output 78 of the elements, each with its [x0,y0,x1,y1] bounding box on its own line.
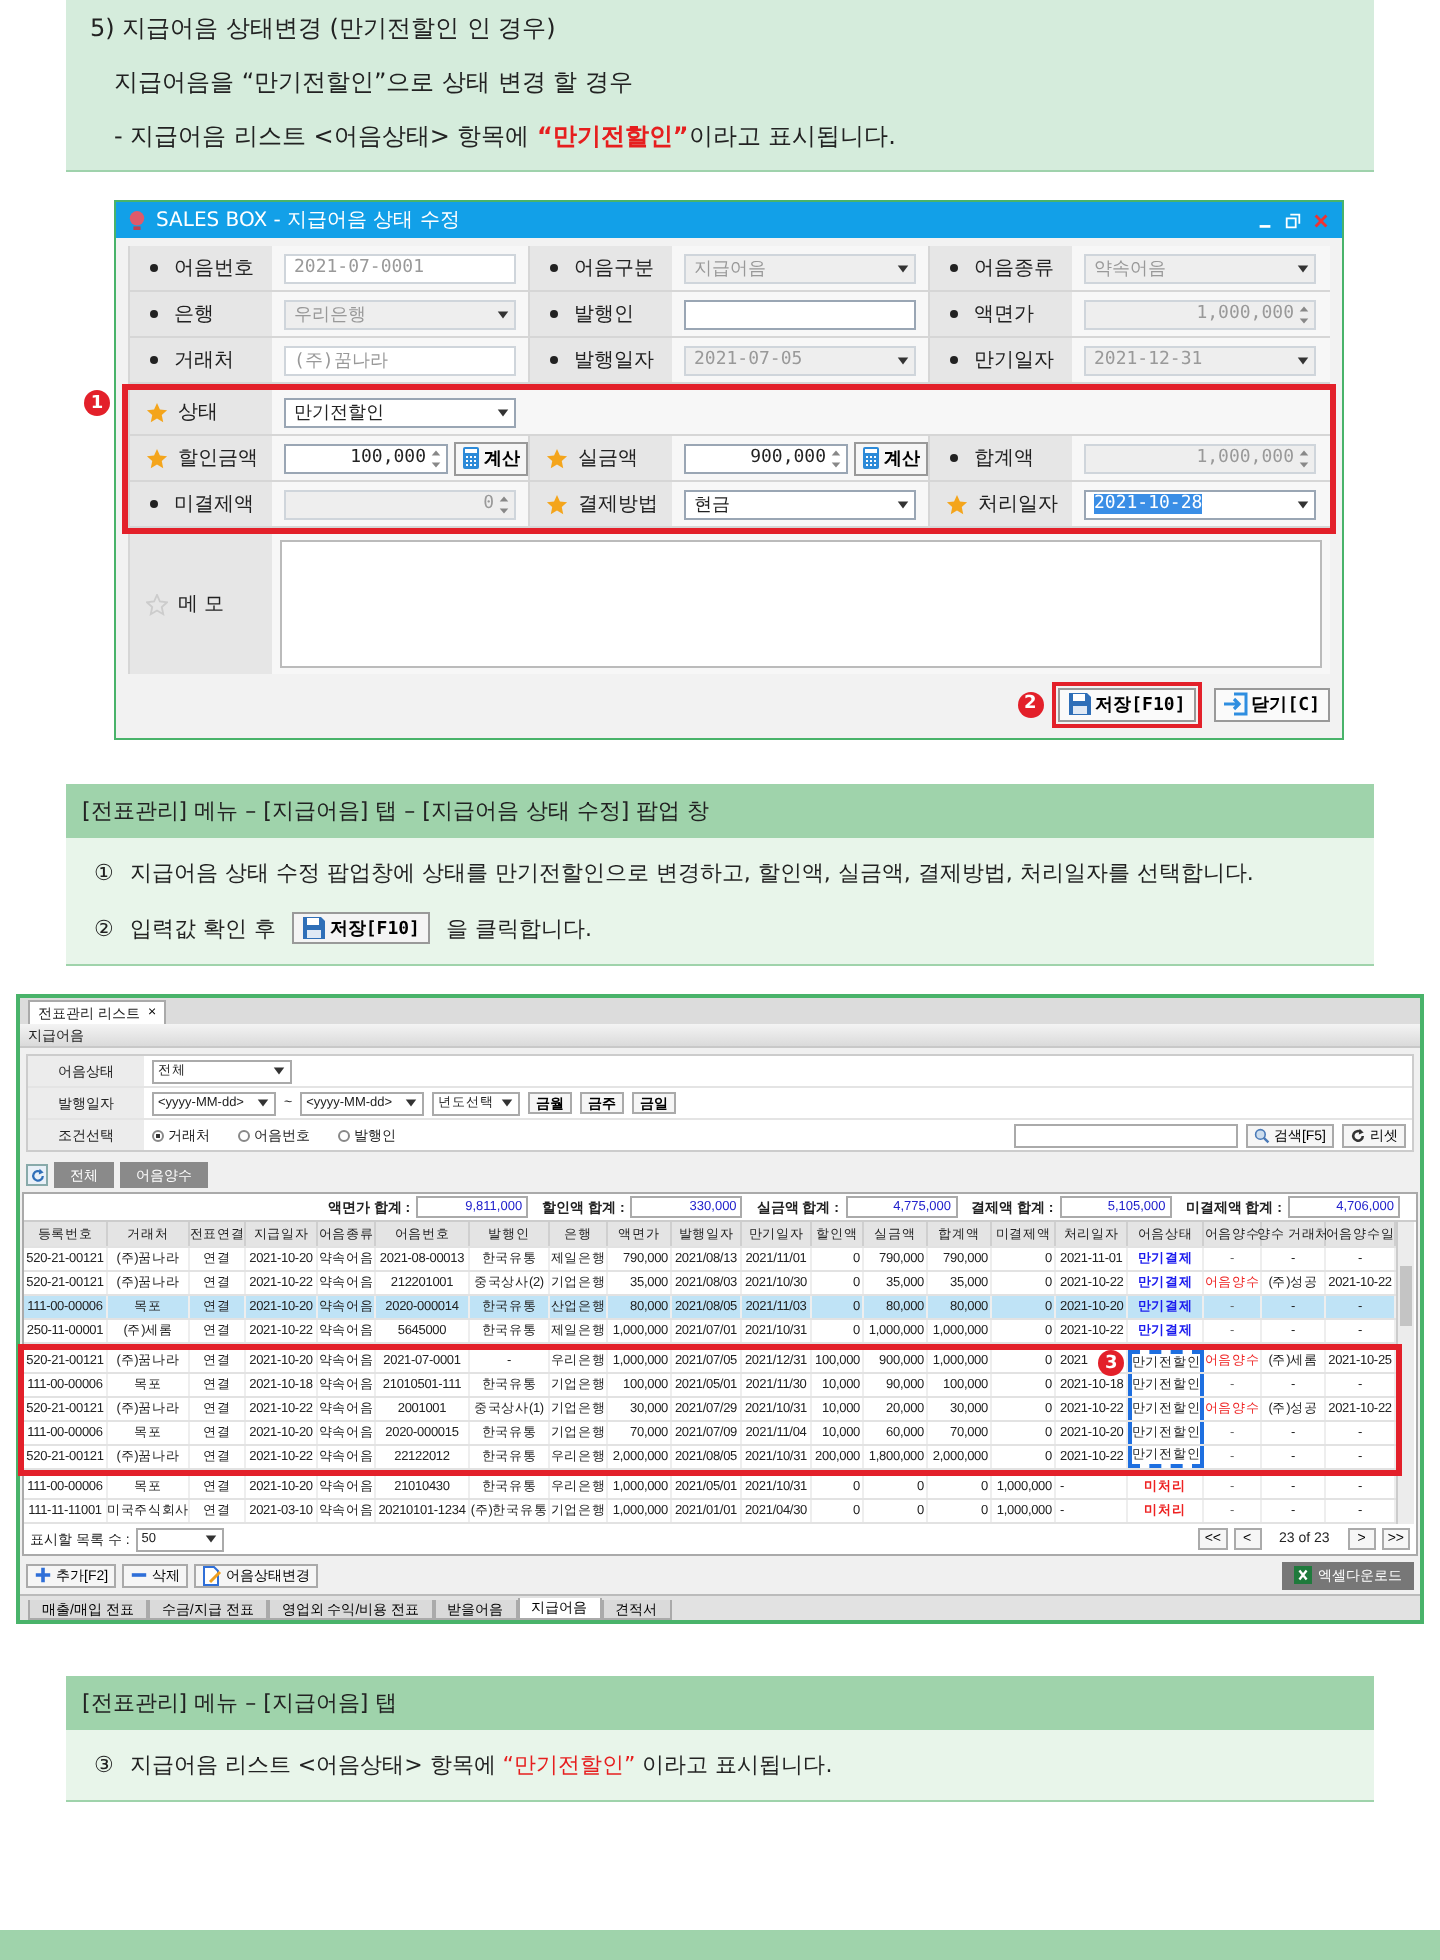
caret-icon [404,1096,419,1110]
save-icon [301,916,326,940]
spinner-icon [1298,301,1310,327]
document-icon [202,1565,223,1585]
field-label: 메 모 [178,592,225,618]
search-field[interactable] [1013,1123,1238,1147]
dropdown[interactable]: 만기전할인 [284,397,516,427]
caret-icon [500,1096,515,1110]
calculator-icon [462,446,480,470]
section-heading: 5) 지급어음 상태변경 (만기전할인 인 경우) [90,12,558,46]
section-header: [전표관리] 메뉴 – [지급어음] 탭 [66,1676,1374,1730]
field-label: 결제방법 [578,492,658,518]
text-field[interactable] [684,299,916,329]
field-label: 실금액 [578,446,638,472]
field-label: 발행인 [574,302,634,328]
caret-icon [496,307,510,321]
field-label: 어음종류 [974,256,1054,282]
field-label: 어음번호 [174,256,254,282]
step-number: ③ [94,1752,114,1778]
caret-icon [896,497,910,511]
step-text: 입력값 확인 후 [129,913,276,943]
number-field[interactable]: 100,000 [284,443,448,473]
field-label: 상태 [178,400,218,426]
field-label: 합계액 [974,446,1034,472]
step-text: 지급어음 상태 수정 팝업창에 상태를 만기전할인으로 변경하고, 할인액, 실금액, 결제방법, 처리일자를 선택합니다. [129,858,1254,888]
logo-icon [128,209,146,231]
save-icon [1067,692,1092,716]
dropdown[interactable]: 현금 [684,489,916,519]
refresh-icon [29,1167,45,1183]
spreadsheet-icon [1294,1566,1312,1584]
caret-icon [256,1096,270,1110]
close-button[interactable]: 닫기[C] [1213,687,1330,721]
window-title: SALES BOX - 지급어음 상태 수정 [156,208,460,234]
field-label: 은행 [174,302,214,328]
field-label: 어음구분 [574,256,654,282]
memo-field[interactable] [280,540,1322,668]
field-label: 만기일자 [974,348,1054,374]
close-icon[interactable] [1312,211,1330,229]
plus-icon [34,1566,52,1584]
field-label: 발행일자 [574,348,654,374]
section-header: [전표관리] 메뉴 – [지급어음] 탭 – [지급어음 상태 수정] 팝업 창 [66,784,1374,838]
restore-icon[interactable] [1284,211,1302,229]
number-badge: 3 [1098,1350,1124,1376]
field-label: 거래처 [174,348,234,374]
caret-icon [203,1532,218,1546]
save-button[interactable]: 저장[F10] [291,912,430,944]
number-field[interactable]: 900,000 [684,443,848,473]
caret-icon [496,405,510,419]
search-icon [1253,1127,1270,1143]
spinner-icon [830,445,842,471]
caret-icon [1296,261,1310,275]
number-badge: 2 [1017,691,1044,717]
caret-icon [272,1064,286,1078]
refresh-button[interactable] [26,1164,48,1186]
caret-icon [1296,353,1310,367]
step-text: 을 클릭합니다. [445,913,592,943]
step-number: ② [94,915,114,941]
description-text: 지급어음을 “만기전할인”으로 상태 변경 할 경우 [112,66,636,100]
spinner-icon [1298,445,1310,471]
spinner-icon [430,445,442,471]
save-button[interactable]: 저장[F10] [1057,687,1196,721]
note-text: - 지급어음 리스트 <어음상태> 항목에 “만기전할인”이라고 표시됩니다. [112,120,898,154]
spinner-icon [498,491,510,517]
step-text: 지급어음 리스트 <어음상태> 항목에 “만기전할인” 이라고 표시됩니다. [129,1750,833,1780]
calculate-button[interactable]: 계산 [854,441,928,475]
calculate-button[interactable]: 계산 [454,441,528,475]
field-label: 처리일자 [978,492,1058,518]
field-label: 할인금액 [178,446,258,472]
calculator-icon [862,446,880,470]
number-badge: 1 [84,390,110,416]
caret-icon [1296,497,1310,511]
field-label: 미결제액 [174,492,254,518]
reset-icon [1350,1127,1366,1143]
exit-icon [1223,692,1248,716]
caret-icon [896,261,910,275]
step-number: ① [94,860,114,886]
field-label: 액면가 [974,302,1034,328]
caret-icon [896,353,910,367]
